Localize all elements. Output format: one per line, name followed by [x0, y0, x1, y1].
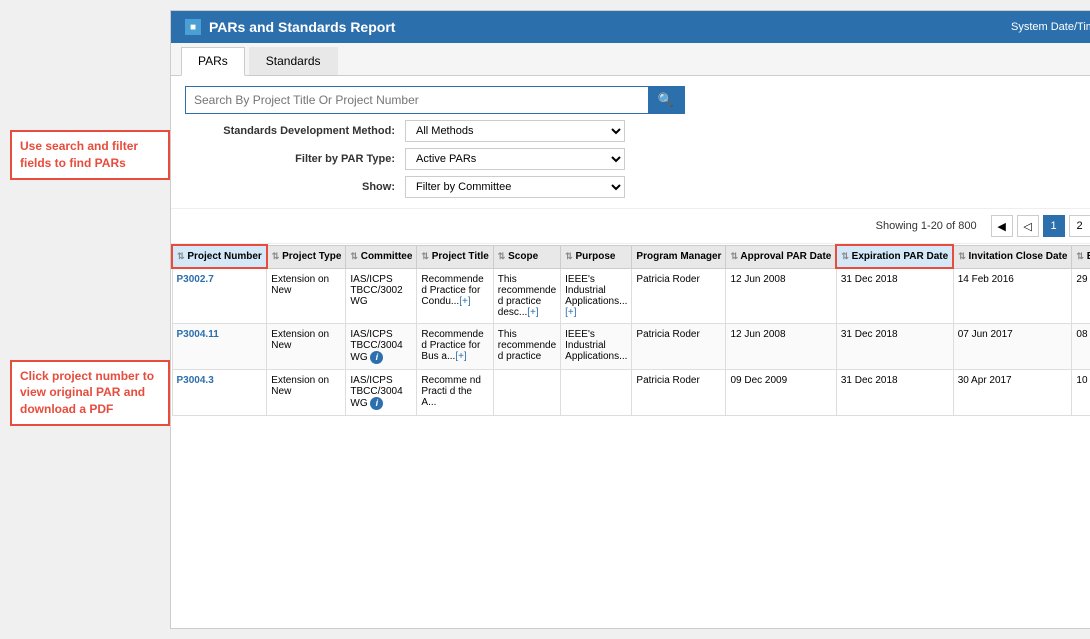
col-project-number[interactable]: ⇅ Project Number [172, 245, 267, 268]
cell-expiration-1: 31 Dec 2018 [836, 323, 953, 369]
show-select[interactable]: Filter by Committee [405, 176, 625, 198]
cell-project-number-1: P3004.11 [172, 323, 267, 369]
par-type-select[interactable]: Active PARs [405, 148, 625, 170]
cell-invitation-1: 07 Jun 2017 [953, 323, 1072, 369]
table-row: P3004.3 Extension on New IAS/ICPS TBCC/3… [172, 369, 1090, 415]
pagination-row: Showing 1-20 of 800 ◀ ◁ 1 2 3 4 5 ▶ ▷ L [171, 209, 1090, 244]
cell-project-number-2: P3004.3 [172, 369, 267, 415]
filter-par-type-row: Filter by PAR Type: Active PARs [185, 148, 1090, 170]
cell-project-title-2: Recomme nd Practi d the A... [417, 369, 493, 415]
tab-standards[interactable]: Standards [249, 47, 338, 75]
standards-dev-select[interactable]: All Methods [405, 120, 625, 142]
system-date: System Date/Time: 19-DEC-2018 08:48 UTC-… [1011, 21, 1090, 33]
project-link-0[interactable]: P3002.7 [177, 274, 214, 285]
page-1-btn[interactable]: 1 [1043, 215, 1065, 237]
cell-committee-2: IAS/ICPS TBCC/3004 WG i [346, 369, 417, 415]
cell-invitation-0: 14 Feb 2016 [953, 268, 1072, 323]
table-row: P3004.11 Extension on New IAS/ICPS TBCC/… [172, 323, 1090, 369]
col-committee[interactable]: ⇅ Committee [346, 245, 417, 268]
cell-program-manager-0: Patricia Roder [632, 268, 726, 323]
cell-scope-1: This recommende d practice [493, 323, 560, 369]
col-program-manager[interactable]: Program Manager [632, 245, 726, 268]
cell-project-type-0: Extension on New [267, 268, 346, 323]
par-type-label: Filter by PAR Type: [185, 153, 405, 165]
toolbar-section: 🔍 Export Pars ▼ Standards Development Me… [171, 76, 1090, 209]
cell-ballot-0: 29 Sep 2018 [1072, 268, 1090, 323]
filter-standards-row: Standards Development Method: All Method… [185, 120, 1090, 142]
annotation-search: Use search and filter fields to find PAR… [10, 130, 170, 180]
cell-project-type-2: Extension on New [267, 369, 346, 415]
info-icon-1[interactable]: i [370, 351, 383, 364]
page-prev-btn[interactable]: ◁ [1017, 215, 1039, 237]
cell-project-title-1: Recommende d Practice for Bus a...[+] [417, 323, 493, 369]
cell-committee-0: IAS/ICPS TBCC/3002 WG [346, 268, 417, 323]
cell-approval-0: 12 Jun 2008 [726, 268, 836, 323]
cell-project-number-0: P3002.7 [172, 268, 267, 323]
cell-scope-2 [493, 369, 560, 415]
col-ballot-close-date[interactable]: ⇅ Ballot Close Date [1072, 245, 1090, 268]
col-approval-par-date[interactable]: ⇅ Approval PAR Date [726, 245, 836, 268]
cell-scope-0: This recommende d practice desc...[+] [493, 268, 560, 323]
search-input-wrap: 🔍 [185, 86, 685, 114]
page-first-btn[interactable]: ◀ [991, 215, 1013, 237]
col-project-title[interactable]: ⇅ Project Title [417, 245, 493, 268]
expand-title-0[interactable]: [+] [459, 296, 470, 307]
panel-header-title: ■ PARs and Standards Report [185, 19, 395, 35]
showing-text: Showing 1-20 of 800 [876, 220, 977, 232]
table-header-row: ⇅ Project Number ⇅ Project Type ⇅ Commit… [172, 245, 1090, 268]
cell-purpose-0: IEEE's Industrial Applications...[+] [561, 268, 632, 323]
cell-purpose-2 [561, 369, 632, 415]
cell-purpose-1: IEEE's Industrial Applications... [561, 323, 632, 369]
show-filter-row: Show: Filter by Committee [185, 176, 1090, 198]
search-button[interactable]: 🔍 [648, 87, 684, 113]
col-purpose[interactable]: ⇅ Purpose [561, 245, 632, 268]
show-label: Show: [185, 181, 405, 193]
cell-expiration-2: 31 Dec 2018 [836, 369, 953, 415]
expand-title-1[interactable]: [+] [455, 351, 466, 362]
left-annotations: Use search and filter fields to find PAR… [10, 10, 170, 629]
panel-title: PARs and Standards Report [209, 19, 395, 35]
cell-ballot-1: 08 Nov 2018 [1072, 323, 1090, 369]
header-icon: ■ [185, 19, 201, 35]
page-2-btn[interactable]: 2 [1069, 215, 1090, 237]
search-input[interactable] [186, 87, 648, 113]
cell-expiration-0: 31 Dec 2018 [836, 268, 953, 323]
cell-project-title-0: Recommende d Practice for Condu...[+] [417, 268, 493, 323]
project-link-1[interactable]: P3004.11 [177, 329, 219, 340]
table-wrap: ⇅ Project Number ⇅ Project Type ⇅ Commit… [171, 244, 1090, 628]
table-row: P3002.7 Extension on New IAS/ICPS TBCC/3… [172, 268, 1090, 323]
tabs-bar: PARs Standards [171, 43, 1090, 76]
tab-pars[interactable]: PARs [181, 47, 245, 76]
expand-scope-0[interactable]: [+] [527, 307, 538, 318]
panel-header: ■ PARs and Standards Report System Date/… [171, 11, 1090, 43]
annotation-project-number: Click project number to view original PA… [10, 360, 170, 426]
col-expiration-par-date[interactable]: ⇅ Expiration PAR Date [836, 245, 953, 268]
col-invitation-close-date[interactable]: ⇅ Invitation Close Date [953, 245, 1072, 268]
search-row: 🔍 Export Pars ▼ [185, 86, 1090, 114]
cell-ballot-2: 10 Oct 2017 [1072, 369, 1090, 415]
pars-table: ⇅ Project Number ⇅ Project Type ⇅ Commit… [171, 244, 1090, 416]
cell-project-type-1: Extension on New [267, 323, 346, 369]
cell-approval-1: 12 Jun 2008 [726, 323, 836, 369]
main-panel: ■ PARs and Standards Report System Date/… [170, 10, 1090, 629]
project-link-2[interactable]: P3004.3 [177, 375, 214, 386]
cell-approval-2: 09 Dec 2009 [726, 369, 836, 415]
expand-purpose-0[interactable]: [+] [565, 307, 576, 318]
col-project-type[interactable]: ⇅ Project Type [267, 245, 346, 268]
cell-invitation-2: 30 Apr 2017 [953, 369, 1072, 415]
cell-committee-1: IAS/ICPS TBCC/3004 WG i [346, 323, 417, 369]
cell-program-manager-2: Patricia Roder [632, 369, 726, 415]
standards-dev-label: Standards Development Method: [185, 125, 405, 137]
cell-program-manager-1: Patricia Roder [632, 323, 726, 369]
info-icon-2[interactable]: i [370, 397, 383, 410]
col-scope[interactable]: ⇅ Scope [493, 245, 560, 268]
